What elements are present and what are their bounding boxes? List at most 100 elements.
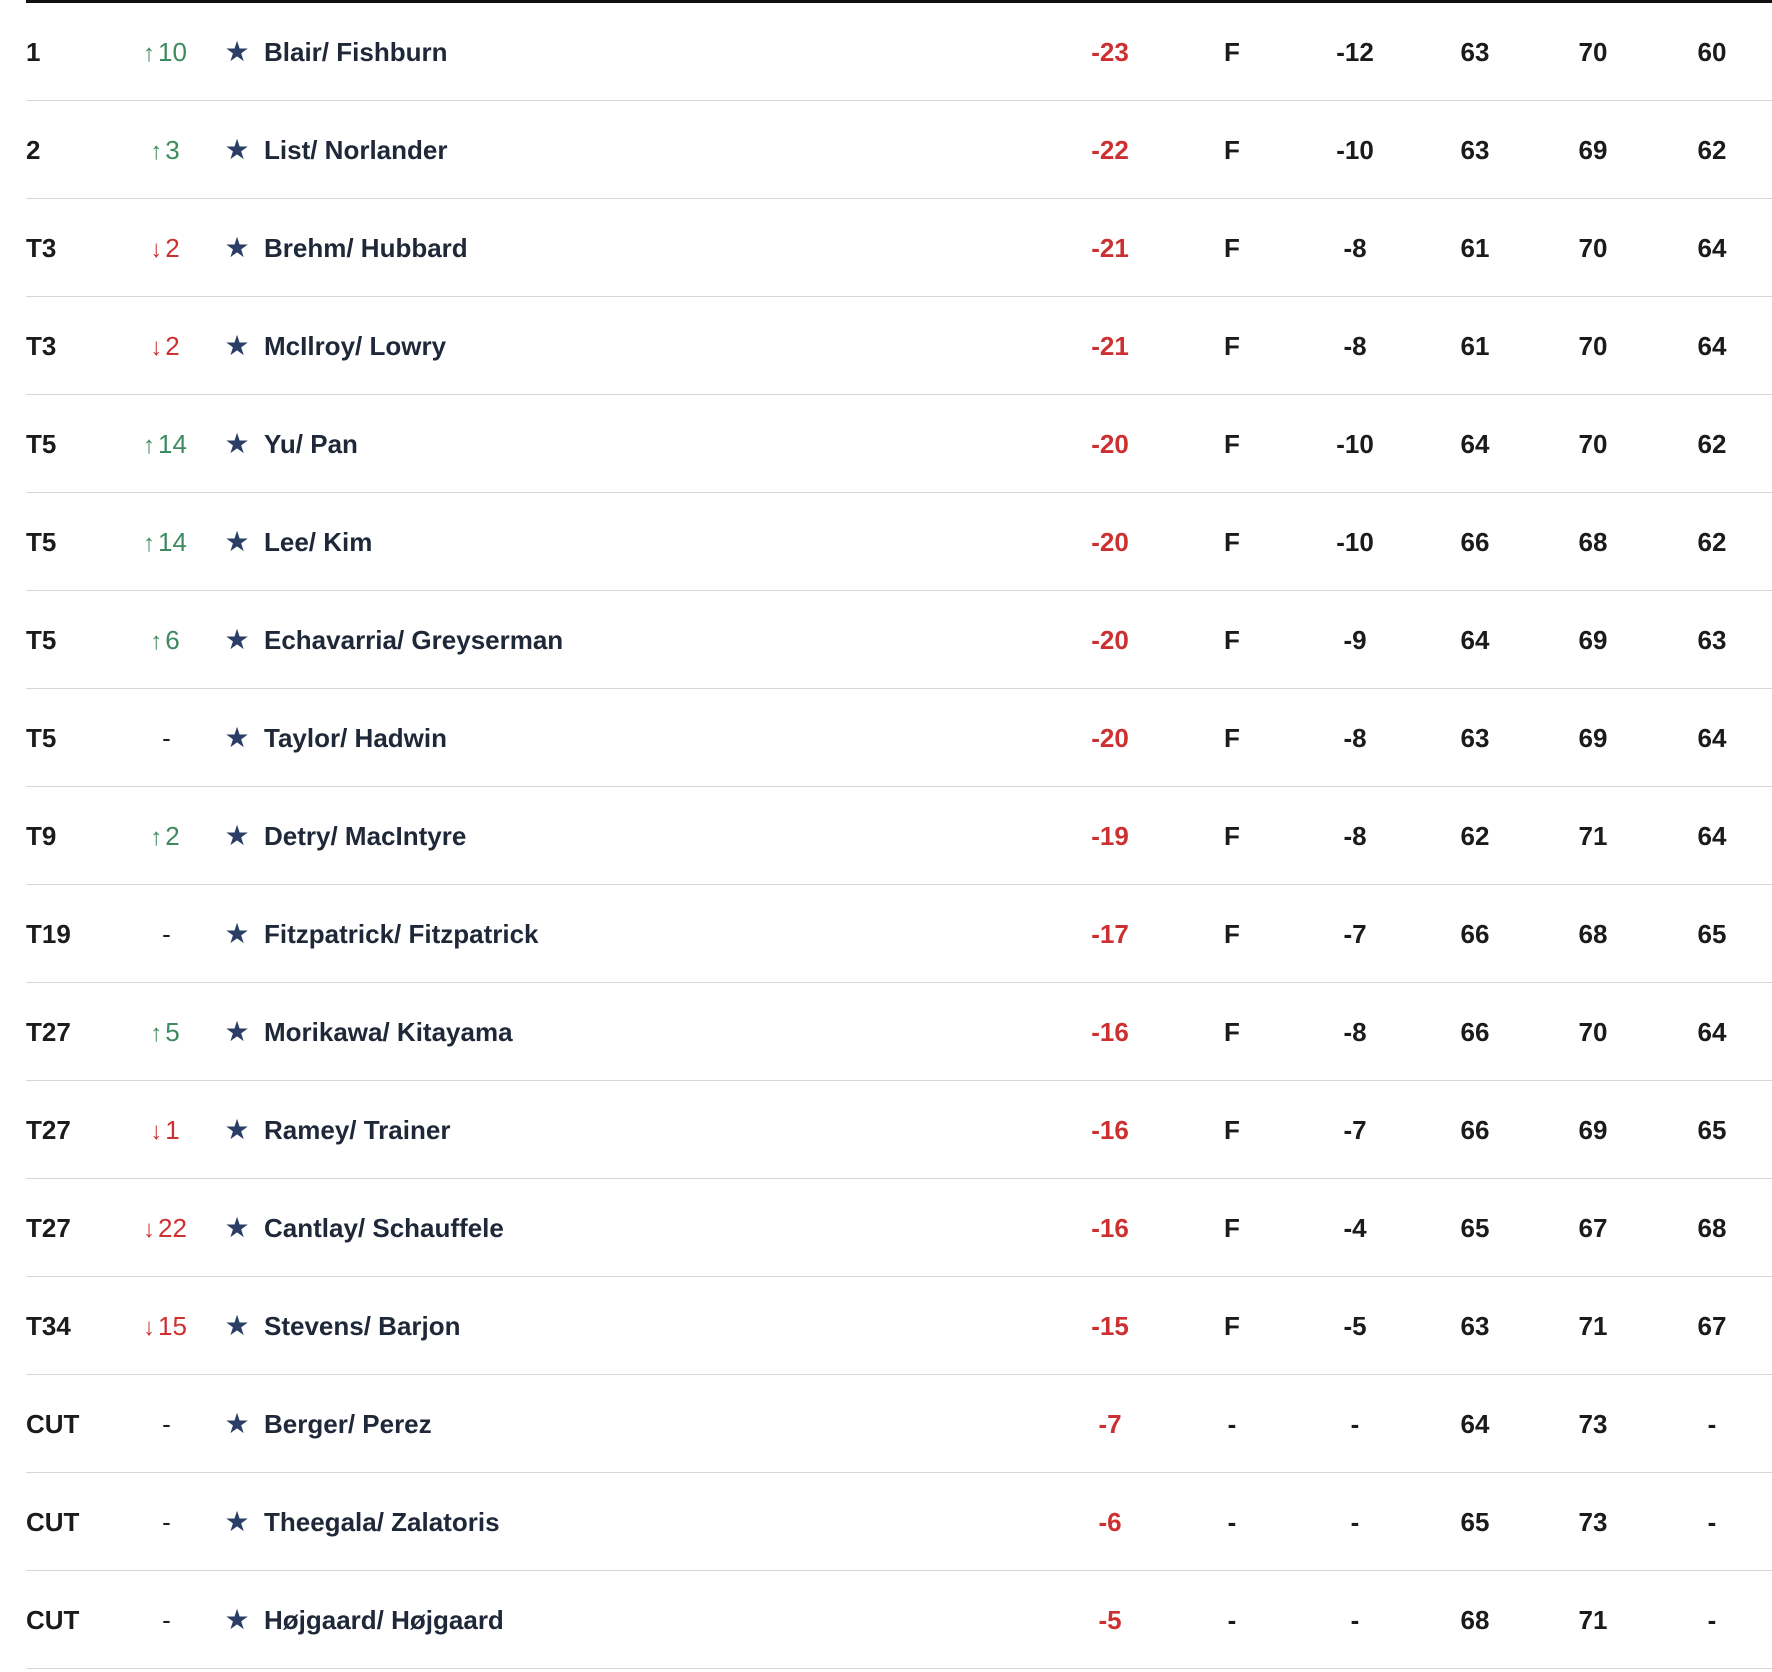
favorite-star-icon[interactable]: ★ — [222, 101, 252, 199]
thru-cell: F — [1224, 331, 1240, 361]
round-3-score: - — [1707, 1507, 1717, 1537]
round-3-score: 64 — [1697, 723, 1727, 753]
round-2-score: 70 — [1578, 233, 1608, 263]
table-row[interactable]: 1 ↑ 10 ★ Blair/ Fishburn -23 F -12 63 70 … — [0, 3, 1772, 101]
favorite-star-icon[interactable]: ★ — [222, 199, 252, 297]
player-name[interactable]: Brehm/ Hubbard — [264, 199, 964, 297]
movement-arrow-icon: ↑ — [150, 1020, 163, 1047]
player-name[interactable]: List/ Norlander — [264, 101, 964, 199]
table-row[interactable]: 2 ↑ 3 ★ List/ Norlander -22 F -10 63 69 6… — [0, 101, 1772, 199]
player-name[interactable]: Theegala/ Zalatoris — [264, 1473, 964, 1571]
table-row[interactable]: CUT - ★ Berger/ Perez -7 - - 64 73 - — [0, 1375, 1772, 1473]
total-score: -5 — [1098, 1605, 1122, 1635]
today-score: -12 — [1336, 37, 1374, 67]
player-name[interactable]: Cantlay/ Schauffele — [264, 1179, 964, 1277]
table-row[interactable]: T5 ↑ 6 ★ Echavarria/ Greyserman -20 F -9 … — [0, 591, 1772, 689]
thru-cell: F — [1224, 821, 1240, 851]
table-row[interactable]: T34 ↓ 15 ★ Stevens/ Barjon -15 F -5 63 71… — [0, 1277, 1772, 1375]
player-name[interactable]: Morikawa/ Kitayama — [264, 983, 964, 1081]
round-1-score: 65 — [1460, 1507, 1490, 1537]
favorite-star-icon[interactable]: ★ — [222, 1375, 252, 1473]
favorite-star-icon[interactable]: ★ — [222, 493, 252, 591]
round-1-score: 62 — [1460, 821, 1490, 851]
round-2-score: 73 — [1578, 1507, 1608, 1537]
today-score: -8 — [1343, 821, 1367, 851]
favorite-star-icon[interactable]: ★ — [222, 1473, 252, 1571]
favorite-star-icon[interactable]: ★ — [222, 1571, 252, 1669]
favorite-star-icon[interactable]: ★ — [222, 591, 252, 689]
favorite-star-icon[interactable]: ★ — [222, 787, 252, 885]
table-row[interactable]: T27 ↓ 1 ★ Ramey/ Trainer -16 F -7 66 69 6… — [0, 1081, 1772, 1179]
favorite-star-icon[interactable]: ★ — [222, 297, 252, 395]
movement-value: - — [162, 723, 171, 753]
player-name[interactable]: Yu/ Pan — [264, 395, 964, 493]
player-name[interactable]: Berger/ Perez — [264, 1375, 964, 1473]
movement-value: 15 — [158, 1311, 187, 1341]
table-row[interactable]: T19 - ★ Fitzpatrick/ Fitzpatrick -17 F -… — [0, 885, 1772, 983]
position-movement: ↑ 5 — [118, 983, 212, 1081]
player-name[interactable]: Stevens/ Barjon — [264, 1277, 964, 1375]
position-movement: - — [118, 689, 212, 787]
movement-value: 6 — [165, 625, 180, 655]
favorite-star-icon[interactable]: ★ — [222, 983, 252, 1081]
movement-arrow-icon: ↓ — [150, 334, 163, 361]
round-2-score: 71 — [1578, 1605, 1608, 1635]
table-row[interactable]: CUT - ★ Højgaard/ Højgaard -5 - - 68 71 … — [0, 1571, 1772, 1669]
table-row[interactable]: CUT - ★ Theegala/ Zalatoris -6 - - 65 73… — [0, 1473, 1772, 1571]
round-2-score: 69 — [1578, 625, 1608, 655]
movement-arrow-icon: ↓ — [150, 236, 163, 263]
round-2-score: 68 — [1578, 919, 1608, 949]
position-cell: 1 — [26, 37, 41, 67]
movement-value: 22 — [158, 1213, 187, 1243]
thru-cell: - — [1227, 1507, 1237, 1537]
today-score: -8 — [1343, 723, 1367, 753]
player-name[interactable]: Fitzpatrick/ Fitzpatrick — [264, 885, 964, 983]
movement-arrow-icon: ↑ — [150, 628, 163, 655]
round-1-score: 66 — [1460, 1115, 1490, 1145]
table-row[interactable]: T5 ↑ 14 ★ Lee/ Kim -20 F -10 66 68 62 — [0, 493, 1772, 591]
today-score: -10 — [1336, 429, 1374, 459]
player-name[interactable]: Højgaard/ Højgaard — [264, 1571, 964, 1669]
total-score: -22 — [1091, 135, 1129, 165]
position-cell: T19 — [26, 919, 71, 949]
table-row[interactable]: T27 ↓ 22 ★ Cantlay/ Schauffele -16 F -4 6… — [0, 1179, 1772, 1277]
favorite-star-icon[interactable]: ★ — [222, 395, 252, 493]
favorite-star-icon[interactable]: ★ — [222, 1081, 252, 1179]
table-row[interactable]: T5 - ★ Taylor/ Hadwin -20 F -8 63 69 64 — [0, 689, 1772, 787]
total-score: -20 — [1091, 625, 1129, 655]
round-2-score: 67 — [1578, 1213, 1608, 1243]
round-1-score: 64 — [1460, 429, 1490, 459]
player-name[interactable]: Ramey/ Trainer — [264, 1081, 964, 1179]
table-row[interactable]: T3 ↓ 2 ★ McIlroy/ Lowry -21 F -8 61 70 64 — [0, 297, 1772, 395]
round-1-score: 66 — [1460, 1017, 1490, 1047]
total-score: -20 — [1091, 527, 1129, 557]
position-movement: ↑ 2 — [118, 787, 212, 885]
round-1-score: 64 — [1460, 625, 1490, 655]
position-movement: ↑ 3 — [118, 101, 212, 199]
thru-cell: F — [1224, 135, 1240, 165]
favorite-star-icon[interactable]: ★ — [222, 689, 252, 787]
favorite-star-icon[interactable]: ★ — [222, 3, 252, 101]
table-row[interactable]: T5 ↑ 14 ★ Yu/ Pan -20 F -10 64 70 62 — [0, 395, 1772, 493]
position-movement: ↓ 15 — [118, 1277, 212, 1375]
thru-cell: F — [1224, 1213, 1240, 1243]
player-name[interactable]: Blair/ Fishburn — [264, 3, 964, 101]
player-name[interactable]: Lee/ Kim — [264, 493, 964, 591]
position-cell: T3 — [26, 331, 57, 361]
round-1-score: 66 — [1460, 919, 1490, 949]
favorite-star-icon[interactable]: ★ — [222, 885, 252, 983]
movement-value: 14 — [158, 429, 187, 459]
favorite-star-icon[interactable]: ★ — [222, 1277, 252, 1375]
table-row[interactable]: T9 ↑ 2 ★ Detry/ MacIntyre -19 F -8 62 71 … — [0, 787, 1772, 885]
player-name[interactable]: Detry/ MacIntyre — [264, 787, 964, 885]
position-cell: T5 — [26, 625, 57, 655]
table-row[interactable]: T27 ↑ 5 ★ Morikawa/ Kitayama -16 F -8 66 … — [0, 983, 1772, 1081]
movement-arrow-icon: ↓ — [143, 1216, 156, 1243]
player-name[interactable]: Taylor/ Hadwin — [264, 689, 964, 787]
table-row[interactable]: T3 ↓ 2 ★ Brehm/ Hubbard -21 F -8 61 70 64 — [0, 199, 1772, 297]
player-name[interactable]: McIlroy/ Lowry — [264, 297, 964, 395]
favorite-star-icon[interactable]: ★ — [222, 1179, 252, 1277]
round-1-score: 63 — [1460, 135, 1490, 165]
today-score: -7 — [1343, 919, 1367, 949]
player-name[interactable]: Echavarria/ Greyserman — [264, 591, 964, 689]
